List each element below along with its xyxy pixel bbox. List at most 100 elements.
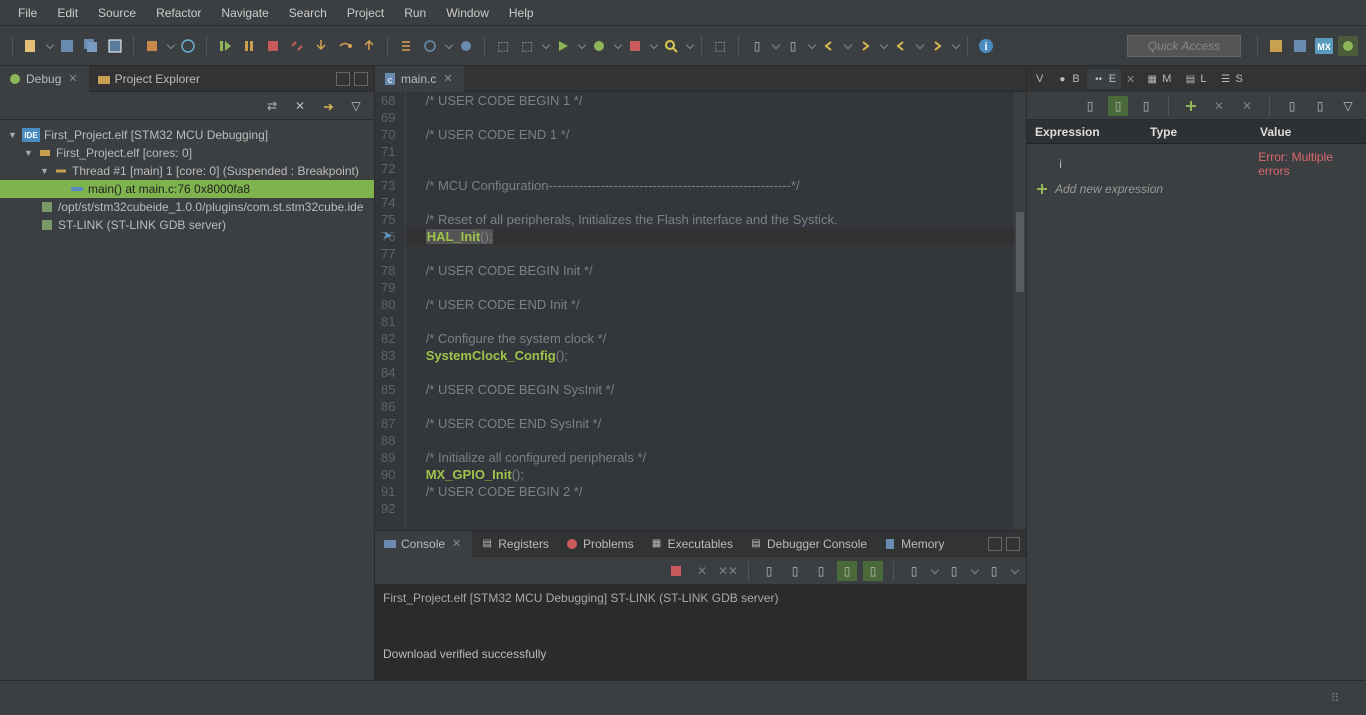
home-icon[interactable] xyxy=(318,96,338,116)
tree-stack-frame[interactable]: main() at main.c:76 0x8000fa8 xyxy=(0,180,374,198)
step-over-icon[interactable] xyxy=(335,36,355,56)
tab-breakpoints[interactable]: ●B xyxy=(1050,69,1084,89)
binary-icon[interactable] xyxy=(105,36,125,56)
back-history-icon[interactable] xyxy=(891,36,911,56)
tree-process[interactable]: ▼ First_Project.elf [cores: 0] xyxy=(0,144,374,162)
tb-generic-2[interactable]: ⬚ xyxy=(517,36,537,56)
fwd-history-icon[interactable] xyxy=(927,36,947,56)
step-into-icon[interactable] xyxy=(311,36,331,56)
drag-handle-icon[interactable]: ⠿ xyxy=(1326,691,1346,705)
tree-root[interactable]: ▼ IDE First_Project.elf [STM32 MCU Debug… xyxy=(0,126,374,144)
menu-search[interactable]: Search xyxy=(279,2,337,24)
open-console-icon[interactable]: ▯ xyxy=(944,561,964,581)
tab-project-explorer[interactable]: Project Explorer xyxy=(89,66,208,92)
perspective-1-icon[interactable] xyxy=(1266,36,1286,56)
menu-navigate[interactable]: Navigate xyxy=(211,2,278,24)
maximize-icon[interactable] xyxy=(354,72,368,86)
expr-btn-1[interactable]: ▯ xyxy=(1080,96,1100,116)
resume-icon[interactable] xyxy=(215,36,235,56)
perspective-mx-icon[interactable]: MX xyxy=(1314,36,1334,56)
tab-console[interactable]: Console ✕ xyxy=(375,531,472,557)
restart-icon[interactable] xyxy=(420,36,440,56)
save-all-icon[interactable] xyxy=(81,36,101,56)
tree-thread[interactable]: ▼ Thread #1 [main] 1 [core: 0] (Suspende… xyxy=(0,162,374,180)
menu-help[interactable]: Help xyxy=(499,2,544,24)
remove-all-icon[interactable]: ✕ xyxy=(1237,96,1257,116)
tab-memory[interactable]: Memory xyxy=(875,531,952,557)
prev-icon[interactable]: ▯ xyxy=(747,36,767,56)
code-editor[interactable]: 6869707172737475➤76777879808182838485868… xyxy=(375,92,1026,530)
minimize-icon[interactable] xyxy=(336,72,350,86)
disconnect-icon[interactable] xyxy=(287,36,307,56)
tree-stlink[interactable]: ST-LINK (ST-LINK GDB server) xyxy=(0,216,374,234)
tab-live[interactable]: ▤L xyxy=(1178,69,1211,89)
perspective-debug-icon[interactable] xyxy=(1338,36,1358,56)
new-icon[interactable] xyxy=(21,36,41,56)
terminate-icon[interactable] xyxy=(263,36,283,56)
tab-problems[interactable]: Problems xyxy=(557,531,642,557)
tab-executables[interactable]: ▦ Executables xyxy=(642,531,741,557)
view-menu-icon[interactable]: ▽ xyxy=(346,96,366,116)
back-icon[interactable] xyxy=(819,36,839,56)
search-icon[interactable] xyxy=(661,36,681,56)
wrap-icon[interactable]: ▯ xyxy=(837,561,857,581)
close-icon[interactable]: ✕ xyxy=(65,72,80,85)
display-icon[interactable]: ▯ xyxy=(904,561,924,581)
new-console-icon[interactable]: ▯ xyxy=(984,561,1004,581)
quick-access[interactable]: Quick Access xyxy=(1127,35,1241,57)
expr-btn-2[interactable]: ▯ xyxy=(1108,96,1128,116)
run-icon[interactable] xyxy=(553,36,573,56)
close-icon[interactable]: ✕ xyxy=(449,537,464,550)
close-icon[interactable]: ✕ xyxy=(1123,73,1138,86)
target-icon[interactable] xyxy=(178,36,198,56)
debug-icon[interactable] xyxy=(589,36,609,56)
close-icon[interactable]: ✕ xyxy=(440,72,455,85)
collapse-icon[interactable]: ⇄ xyxy=(262,96,282,116)
instruction-step-icon[interactable] xyxy=(396,36,416,56)
editor-tab-main[interactable]: c main.c ✕ xyxy=(375,66,464,92)
col-expression[interactable]: Expression xyxy=(1027,121,1142,143)
save-icon[interactable] xyxy=(57,36,77,56)
scroll-lock-icon[interactable]: ▯ xyxy=(785,561,805,581)
tab-registers[interactable]: ▤ Registers xyxy=(472,531,557,557)
forward-icon[interactable] xyxy=(855,36,875,56)
show-console-icon[interactable]: ▯ xyxy=(863,561,883,581)
external-tools-icon[interactable] xyxy=(625,36,645,56)
view-menu-icon[interactable]: ▽ xyxy=(1338,96,1358,116)
menu-edit[interactable]: Edit xyxy=(47,2,88,24)
menu-refactor[interactable]: Refactor xyxy=(146,2,211,24)
tb-generic-1[interactable]: ⬚ xyxy=(493,36,513,56)
step-return-icon[interactable] xyxy=(359,36,379,56)
link-icon[interactable]: ✕ xyxy=(290,96,310,116)
remove-all-icon[interactable]: ✕✕ xyxy=(718,561,738,581)
col-value[interactable]: Value xyxy=(1252,121,1366,143)
add-expression-row[interactable]: Add new expression xyxy=(1027,180,1366,198)
code-body[interactable]: /* USER CODE BEGIN 1 */ /* USER CODE END… xyxy=(406,92,1026,530)
tab-debug[interactable]: Debug ✕ xyxy=(0,66,89,92)
expand-icon[interactable]: ▯ xyxy=(1310,96,1330,116)
tab-expressions[interactable]: ••E xyxy=(1087,69,1121,89)
remove-icon[interactable]: ✕ xyxy=(1209,96,1229,116)
menu-file[interactable]: File xyxy=(8,2,47,24)
minimize-icon[interactable] xyxy=(988,537,1002,551)
info-icon[interactable]: i xyxy=(976,36,996,56)
expression-row[interactable]: i Error: Multiple errors xyxy=(1027,148,1366,180)
next-icon[interactable]: ▯ xyxy=(783,36,803,56)
pin-icon[interactable]: ▯ xyxy=(811,561,831,581)
perspective-2-icon[interactable] xyxy=(1290,36,1310,56)
tree-plugin[interactable]: /opt/st/stm32cubeide_1.0.0/plugins/com.s… xyxy=(0,198,374,216)
tb-generic-3[interactable]: ⬚ xyxy=(710,36,730,56)
collapse-icon[interactable]: ▯ xyxy=(1282,96,1302,116)
maximize-icon[interactable] xyxy=(1006,537,1020,551)
add-icon[interactable] xyxy=(1181,96,1201,116)
menu-window[interactable]: Window xyxy=(436,2,499,24)
console-body[interactable]: First_Project.elf [STM32 MCU Debugging] … xyxy=(375,585,1026,680)
skip-breakpoints-icon[interactable] xyxy=(456,36,476,56)
terminate-icon[interactable] xyxy=(666,561,686,581)
build-icon[interactable] xyxy=(142,36,162,56)
tab-sfrs[interactable]: ☰S xyxy=(1214,69,1248,89)
menu-source[interactable]: Source xyxy=(88,2,146,24)
tab-variables[interactable]: V xyxy=(1031,70,1048,88)
clear-console-icon[interactable]: ▯ xyxy=(759,561,779,581)
tab-debugger-console[interactable]: ▤ Debugger Console xyxy=(741,531,875,557)
